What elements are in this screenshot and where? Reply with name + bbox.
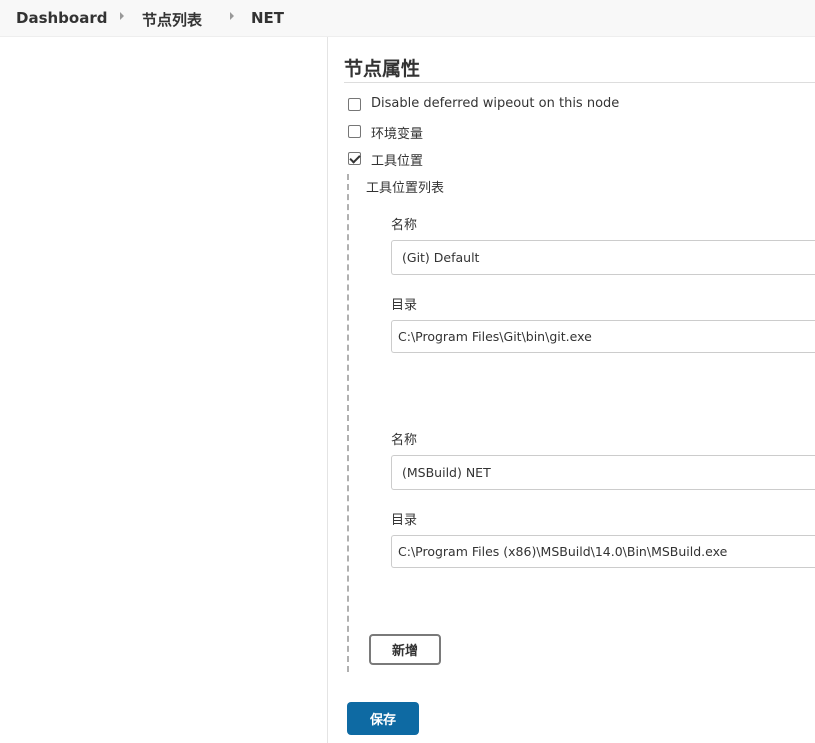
tool-list-title: 工具位置列表	[366, 181, 445, 196]
breadcrumb: Dashboard 节点列表 NET	[0, 0, 815, 37]
disable-wipeout-checkbox[interactable]	[348, 98, 361, 111]
section-divider	[344, 82, 815, 83]
add-tool-location-button[interactable]: 新增	[369, 634, 441, 665]
tool-locations-label[interactable]: 工具位置	[371, 150, 423, 169]
tool-name-select[interactable]	[391, 455, 815, 490]
tool-name-label: 名称	[391, 433, 418, 448]
tool-locations-checkbox[interactable]	[348, 152, 361, 165]
checkmark-icon	[349, 152, 361, 164]
tool-home-label: 目录	[391, 298, 418, 313]
side-panel	[0, 37, 328, 743]
disable-wipeout-label[interactable]: Disable deferred wipeout on this node	[371, 96, 619, 111]
breadcrumb-dashboard-link[interactable]: Dashboard	[16, 9, 107, 27]
node-config-form: 节点属性 Disable deferred wipeout on this no…	[328, 37, 815, 743]
tool-home-input[interactable]	[391, 535, 815, 568]
env-vars-label[interactable]: 环境变量	[371, 123, 423, 142]
tool-home-input[interactable]	[391, 320, 815, 353]
tool-name-label: 名称	[391, 218, 418, 233]
chevron-right-icon	[120, 12, 124, 20]
chevron-right-icon	[230, 12, 234, 20]
tool-home-label: 目录	[391, 513, 418, 528]
section-title: 节点属性	[344, 58, 421, 80]
breadcrumb-node-link[interactable]: NET	[251, 9, 284, 27]
tool-name-select[interactable]	[391, 240, 815, 275]
save-button[interactable]: 保存	[347, 702, 419, 735]
env-vars-checkbox[interactable]	[348, 125, 361, 138]
breadcrumb-node-list-link[interactable]: 节点列表	[142, 9, 202, 30]
nested-section-guide	[347, 174, 349, 672]
